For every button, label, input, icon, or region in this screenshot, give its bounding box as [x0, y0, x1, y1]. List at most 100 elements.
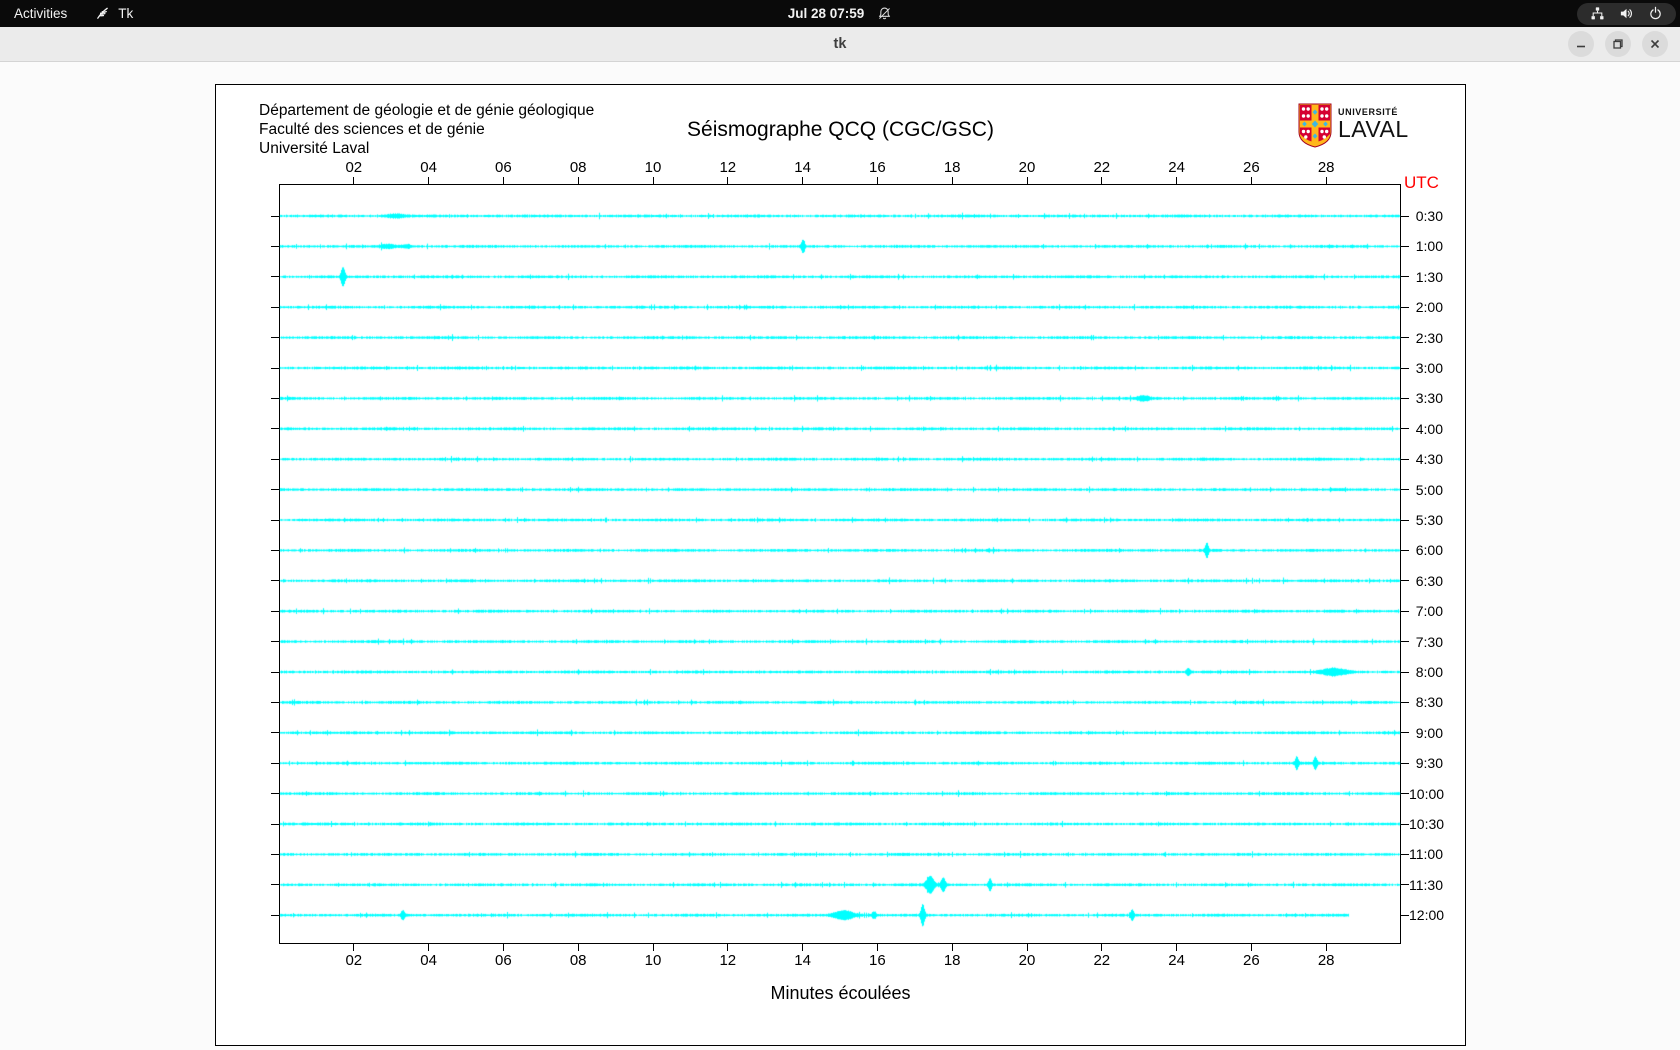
x-tick-bottom [1325, 944, 1327, 951]
row-tick-right [1401, 610, 1409, 612]
close-button[interactable] [1642, 31, 1668, 57]
x-tick-bottom [802, 944, 804, 951]
row-time-label: 8:00 [1415, 664, 1443, 680]
row-tick-left [271, 306, 279, 308]
x-tick-label-bottom: 18 [943, 952, 961, 969]
restore-icon [1613, 39, 1623, 49]
row-tick-right [1401, 215, 1409, 217]
x-tick-top [353, 177, 355, 184]
x-tick-top [876, 177, 878, 184]
top-bar-center: Jul 28 07:59 [0, 0, 1680, 27]
x-tick-bottom [652, 944, 654, 951]
row-tick-right [1401, 884, 1409, 886]
row-tick-left [271, 732, 279, 734]
x-tick-label-bottom: 28 [1317, 952, 1335, 969]
window-title: tk [833, 36, 847, 52]
row-tick-left [271, 549, 279, 551]
minimize-button[interactable] [1568, 31, 1594, 57]
row-tick-right [1401, 397, 1409, 399]
row-tick-left [271, 276, 279, 278]
row-time-label: 1:30 [1415, 268, 1443, 285]
x-tick-label-top: 10 [644, 159, 662, 176]
row-tick-left [271, 914, 279, 916]
network-wired-icon [1591, 7, 1604, 20]
quick-settings-button[interactable] [1577, 2, 1676, 25]
row-tick-left [271, 884, 279, 886]
row-tick-right [1401, 793, 1409, 795]
window-title-bar: tk [0, 27, 1680, 62]
x-tick-top [1176, 177, 1178, 184]
x-tick-bottom [502, 944, 504, 951]
x-tick-bottom [1176, 944, 1178, 951]
row-tick-right [1401, 641, 1409, 643]
x-tick-label-top: 16 [869, 159, 886, 176]
clock-button[interactable]: Jul 28 07:59 [774, 0, 907, 27]
x-tick-label-top: 06 [495, 159, 512, 176]
close-icon [1650, 39, 1660, 49]
x-tick-top [1250, 177, 1252, 184]
activities-button[interactable]: Activities [0, 0, 81, 27]
top-bar-right [1577, 0, 1676, 27]
focused-app-label: Tk [118, 6, 134, 21]
x-tick-label-bottom: 08 [569, 952, 587, 969]
row-tick-right [1401, 580, 1409, 582]
row-tick-right [1401, 489, 1409, 491]
row-time-label: 5:30 [1415, 512, 1443, 528]
window-controls [1568, 31, 1668, 57]
x-axis-title: Minutes écoulées [770, 983, 911, 1003]
row-tick-left [271, 641, 279, 643]
row-time-label: 10:00 [1409, 785, 1445, 802]
power-icon [1650, 6, 1661, 20]
x-tick-label-top: 18 [943, 159, 961, 176]
x-tick-label-top: 26 [1243, 159, 1260, 176]
row-time-label: 12:00 [1409, 907, 1445, 924]
row-tick-right [1401, 549, 1409, 551]
row-tick-left [271, 458, 279, 460]
row-tick-right [1401, 701, 1409, 703]
x-tick-bottom [577, 944, 579, 951]
focused-app-menu[interactable]: Tk [81, 0, 147, 27]
x-tick-top [1101, 177, 1103, 184]
maximize-button[interactable] [1605, 31, 1631, 57]
row-tick-left [271, 428, 279, 430]
x-tick-label-top: 28 [1317, 159, 1335, 176]
x-tick-label-bottom: 12 [719, 952, 737, 969]
row-tick-right [1401, 367, 1409, 369]
seismogram-traces-canvas [216, 85, 1465, 1045]
row-tick-right [1401, 853, 1409, 855]
row-time-label: 6:00 [1415, 542, 1443, 559]
tk-feather-icon [97, 7, 109, 19]
row-tick-right [1401, 914, 1409, 916]
row-time-label: 3:30 [1415, 390, 1443, 407]
seismograph-frame: Département de géologie et de génie géol… [215, 84, 1466, 1046]
x-tick-label-top: 08 [569, 159, 587, 176]
row-tick-left [271, 610, 279, 612]
row-tick-right [1401, 762, 1409, 764]
row-time-label: 4:00 [1415, 420, 1443, 437]
x-tick-label-bottom: 16 [869, 952, 886, 969]
x-tick-bottom [1101, 944, 1103, 951]
row-tick-right [1401, 306, 1409, 308]
x-tick-label-bottom: 24 [1168, 952, 1185, 969]
x-tick-bottom [428, 944, 430, 951]
row-tick-right [1401, 671, 1409, 673]
x-tick-label-top: 24 [1168, 159, 1185, 176]
row-tick-left [271, 489, 279, 491]
notifications-muted-icon [879, 7, 891, 20]
x-tick-label-bottom: 20 [1018, 952, 1036, 969]
row-time-label: 10:30 [1409, 816, 1445, 832]
x-tick-top [577, 177, 579, 184]
x-tick-label-bottom: 14 [794, 952, 811, 969]
row-tick-right [1401, 428, 1409, 430]
x-tick-top [1325, 177, 1327, 184]
row-tick-right [1401, 823, 1409, 825]
minimize-icon [1577, 45, 1585, 48]
x-tick-label-bottom: 10 [644, 952, 662, 969]
row-time-label: 7:00 [1415, 603, 1443, 620]
x-tick-label-top: 12 [719, 159, 737, 176]
row-time-label: 11:00 [1409, 846, 1443, 863]
x-tick-bottom [1250, 944, 1252, 951]
x-tick-top [951, 177, 953, 184]
row-tick-left [271, 215, 279, 217]
row-time-label: 1:00 [1415, 238, 1443, 255]
